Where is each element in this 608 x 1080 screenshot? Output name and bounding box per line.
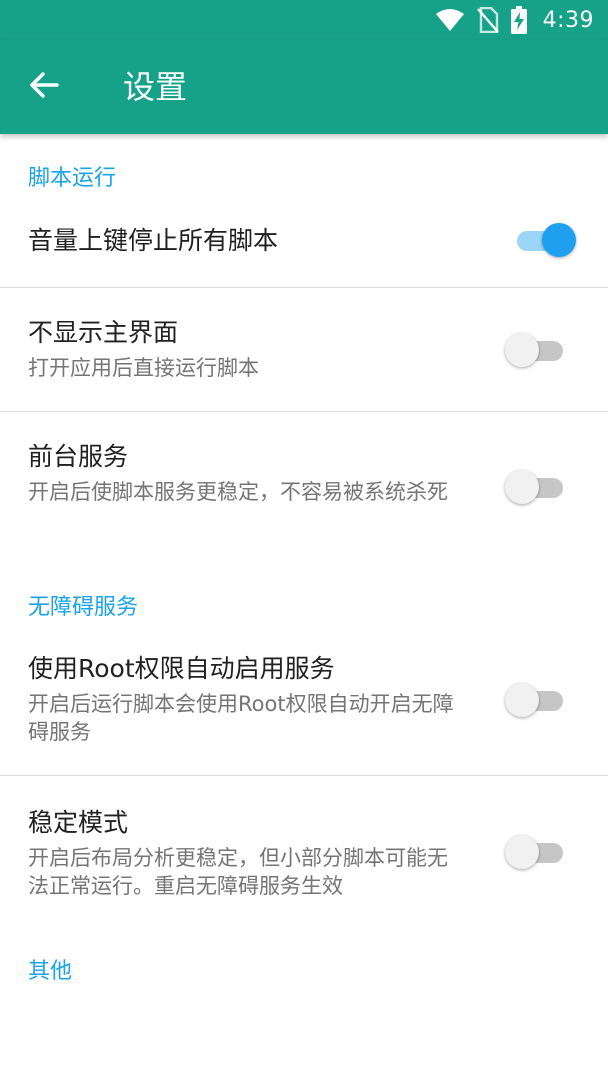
no-sim-icon: [476, 7, 499, 33]
pref-summary: 开启后运行脚本会使用Root权限自动开启无障碍服务: [28, 692, 454, 744]
page-title: 设置: [123, 68, 188, 106]
status-icons: 4:39: [435, 6, 594, 34]
pref-title: 前台服务: [28, 442, 129, 471]
volume-stop-switch[interactable]: [505, 220, 576, 260]
wifi-icon: [435, 8, 465, 32]
app-bar: 设置: [0, 40, 608, 134]
back-button[interactable]: [16, 59, 72, 115]
foreground-service-switch[interactable]: [505, 467, 571, 507]
switch-thumb: [505, 333, 539, 367]
category-script-run: 脚本运行: [28, 166, 117, 191]
pref-volume-stop[interactable]: 音量上键停止所有脚本: [0, 207, 608, 287]
category-other: 其他: [28, 959, 73, 984]
stable-mode-switch[interactable]: [505, 832, 571, 872]
pref-foreground-service[interactable]: 前台服务 开启后使脚本服务更稳定，不容易被系统杀死: [0, 412, 608, 552]
hide-main-switch[interactable]: [505, 330, 571, 370]
pref-summary: 开启后使脚本服务更稳定，不容易被系统杀死: [28, 480, 448, 504]
pref-title: 稳定模式: [28, 808, 129, 837]
pref-summary: 打开应用后直接运行脚本: [28, 356, 259, 380]
pref-title: 使用Root权限自动启用服务: [28, 654, 335, 683]
pref-root-enable[interactable]: 使用Root权限自动启用服务 开启后运行脚本会使用Root权限自动开启无障碍服务: [0, 634, 608, 774]
pref-hide-main[interactable]: 不显示主界面 打开应用后直接运行脚本: [0, 288, 608, 411]
pref-title: 音量上键停止所有脚本: [28, 226, 279, 255]
settings-list: 脚本运行 音量上键停止所有脚本 不显示主界面 打开应用后直接运行脚本 前台服务 …: [0, 134, 608, 1080]
battery-charging-icon: [510, 6, 527, 34]
status-time: 4:39: [542, 7, 594, 33]
switch-thumb: [505, 470, 539, 504]
switch-thumb: [505, 835, 539, 869]
root-enable-switch[interactable]: [505, 680, 571, 720]
switch-thumb: [542, 223, 576, 257]
status-bar: 4:39: [0, 0, 608, 40]
pref-title: 不显示主界面: [28, 318, 179, 347]
pref-stable-mode[interactable]: 稳定模式 开启后布局分析更稳定，但小部分脚本可能无法正常运行。重启无障碍服务生效: [0, 776, 608, 916]
category-accessibility: 无障碍服务: [28, 595, 139, 620]
switch-thumb: [505, 683, 539, 717]
arrow-back-icon: [28, 69, 60, 105]
pref-summary: 开启后布局分析更稳定，但小部分脚本可能无法正常运行。重启无障碍服务生效: [28, 846, 448, 898]
